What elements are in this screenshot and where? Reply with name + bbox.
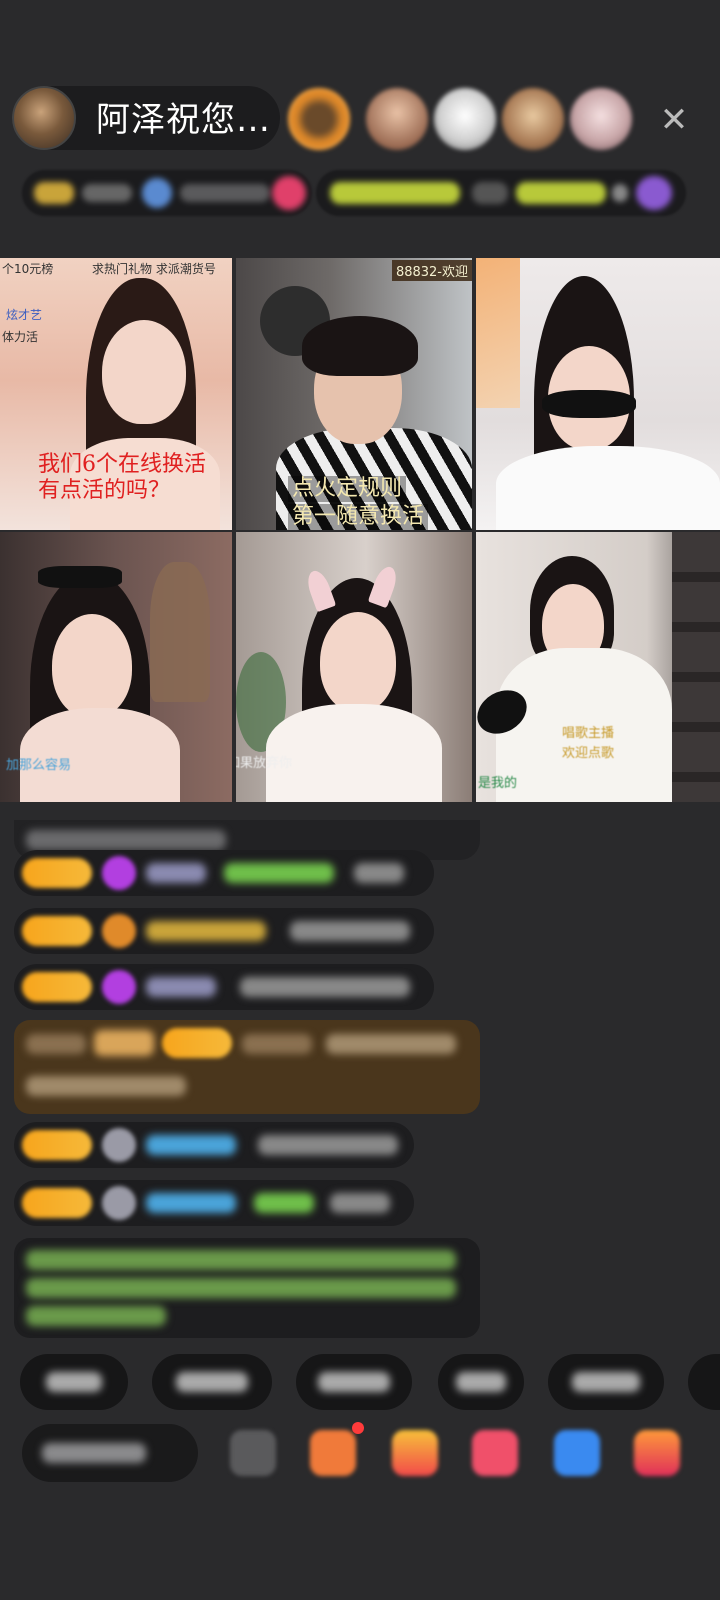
tile1-side-text-2: 体力活 [2, 330, 39, 344]
chat-message-3[interactable] [14, 908, 434, 954]
viewer-avatar-1[interactable] [288, 88, 350, 150]
chat-message-6[interactable] [14, 1180, 414, 1226]
quick-reply-1[interactable] [20, 1354, 128, 1410]
rank-info-bar-right[interactable] [316, 170, 686, 216]
video-tile-1[interactable]: 个10元榜 求热门礼物 求派潮货号 炫才艺 体力活 我们6个在线换活 有点活的吗… [0, 258, 232, 530]
tile1-top-text-1: 个10元榜 [2, 262, 54, 276]
tile2-caption-2: 第一随意换活 [288, 504, 429, 530]
viewer-avatar-5[interactable] [570, 88, 632, 150]
tile6-bottom-tag: 是我的 [478, 776, 518, 791]
tile1-top-text-2: 求热门礼物 求派潮货号 [92, 262, 216, 276]
video-tile-3[interactable] [476, 258, 720, 530]
emoji-icon[interactable] [230, 1430, 276, 1476]
tile2-caption-1: 点火定规则 [288, 476, 407, 502]
heart-icon[interactable] [472, 1430, 518, 1476]
video-tile-4[interactable]: 加那么容易 [0, 532, 232, 802]
quick-reply-2[interactable] [152, 1354, 272, 1410]
quick-reply-4[interactable] [438, 1354, 524, 1410]
video-tile-2[interactable]: 88832-欢迎 点火定规则 第一随意换活 [236, 258, 472, 530]
viewer-avatar-4[interactable] [502, 88, 564, 150]
quick-reply-3[interactable] [296, 1354, 412, 1410]
quick-reply-6[interactable] [688, 1354, 720, 1410]
gift-icon[interactable] [634, 1430, 680, 1476]
video-grid: 个10元榜 求热门礼物 求派潮货号 炫才艺 体力活 我们6个在线换活 有点活的吗… [0, 258, 720, 802]
video-tile-6[interactable]: 唱歌主播 欢迎点歌 是我的 [476, 532, 720, 802]
game-icon[interactable] [554, 1430, 600, 1476]
gift-box-icon[interactable] [310, 1430, 356, 1476]
quick-reply-5[interactable] [548, 1354, 664, 1410]
viewer-avatar-3[interactable] [434, 88, 496, 150]
shop-icon[interactable] [392, 1430, 438, 1476]
chat-message-highlight[interactable] [14, 1020, 480, 1114]
tile6-sign-1: 唱歌主播 [562, 726, 615, 741]
tile1-caption-2: 有点活的吗？ [38, 478, 171, 503]
system-notice [14, 1238, 480, 1338]
tile6-sign-2: 欢迎点歌 [562, 746, 615, 761]
chat-message-2[interactable] [14, 850, 434, 896]
viewer-avatar-2[interactable] [366, 88, 428, 150]
tile2-top-tag: 88832-欢迎 [391, 260, 472, 281]
host-avatar[interactable] [12, 86, 76, 150]
chat-message-4[interactable] [14, 964, 434, 1010]
rank-info-bar-left[interactable] [22, 170, 312, 216]
close-icon[interactable]: ✕ [654, 100, 694, 140]
tile5-bottom-tag: 如果放弃你 [236, 756, 292, 771]
comment-input[interactable] [22, 1424, 198, 1482]
tile1-caption-1: 我们6个在线换活 [38, 452, 206, 477]
host-name[interactable]: 阿泽祝您… [96, 100, 271, 140]
notification-dot [352, 1422, 364, 1434]
video-tile-5[interactable]: 如果放弃你 [236, 532, 472, 802]
tile4-bottom-tag: 加那么容易 [6, 758, 72, 773]
chat-message-5[interactable] [14, 1122, 414, 1168]
tile1-side-text-1: 炫才艺 [6, 308, 43, 322]
